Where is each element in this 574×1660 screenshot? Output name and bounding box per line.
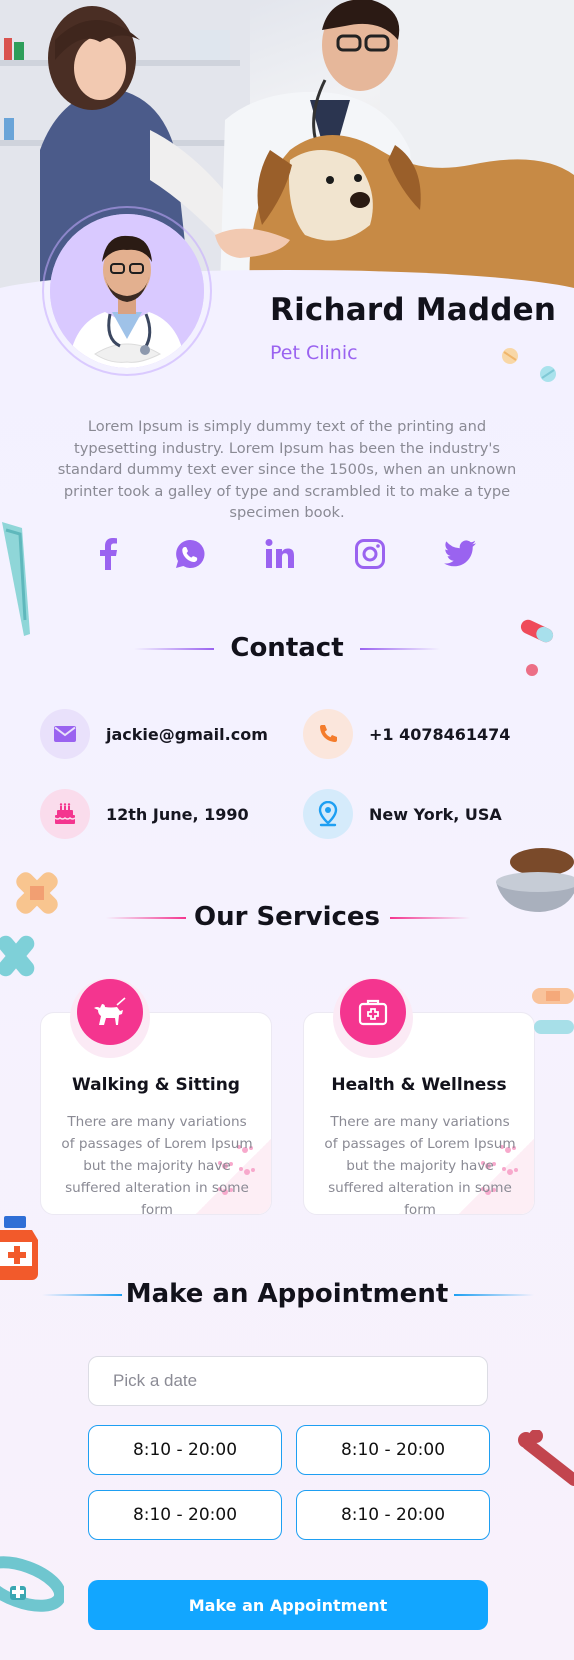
facebook-icon[interactable] <box>88 534 128 574</box>
medical-kit-icon <box>340 979 406 1045</box>
mail-icon <box>40 709 90 759</box>
profile-name: Richard Madden <box>270 292 557 328</box>
thermometer-decoration-icon <box>2 522 30 636</box>
bandage-cross-decoration-icon <box>16 872 58 914</box>
contact-phone[interactable]: +1 4078461474 <box>303 708 510 760</box>
time-slot[interactable]: 8:10 - 20:00 <box>88 1490 282 1540</box>
contact-location[interactable]: New York, USA <box>303 788 502 840</box>
linkedin-icon[interactable] <box>260 534 300 574</box>
make-appointment-button[interactable]: Make an Appointment <box>88 1580 488 1630</box>
phone-icon <box>303 709 353 759</box>
profile-role: Pet Clinic <box>270 342 358 364</box>
service-description: There are many variations of passages of… <box>61 1114 253 1215</box>
avatar <box>50 214 204 368</box>
twitter-icon[interactable] <box>440 534 480 574</box>
contact-line-right <box>360 648 440 650</box>
contact-location-text: New York, USA <box>369 804 502 824</box>
bandage-blue-decoration-icon <box>0 935 35 977</box>
date-picker-input[interactable] <box>88 1356 488 1406</box>
capsules-decoration-icon <box>520 619 554 676</box>
services-line-right <box>390 917 470 919</box>
service-card-health[interactable]: Health & Wellness There are many variati… <box>303 1012 535 1215</box>
contact-email[interactable]: jackie@gmail.com <box>40 708 268 760</box>
service-description: There are many variations of passages of… <box>324 1114 516 1215</box>
contact-email-text: jackie@gmail.com <box>106 724 268 744</box>
medicine-bottle-decoration-icon <box>0 1216 38 1280</box>
service-title: Walking & Sitting <box>72 1075 240 1095</box>
time-slot[interactable]: 8:10 - 20:00 <box>88 1425 282 1475</box>
location-pin-icon <box>303 789 353 839</box>
band-aids-decoration-icon <box>532 988 574 1034</box>
contact-title: Contact <box>230 633 344 663</box>
pet-food-bowl-decoration-icon <box>496 848 574 912</box>
pills-decoration-icon <box>502 348 556 382</box>
contact-phone-text: +1 4078461474 <box>369 724 511 744</box>
time-slot[interactable]: 8:10 - 20:00 <box>296 1490 490 1540</box>
contact-birthday-text: 12th June, 1990 <box>106 804 249 824</box>
doctor-portrait <box>50 214 204 368</box>
social-links <box>0 534 574 574</box>
whatsapp-icon[interactable] <box>170 534 210 574</box>
time-slot[interactable]: 8:10 - 20:00 <box>296 1425 490 1475</box>
service-card-walking[interactable]: Walking & Sitting There are many variati… <box>40 1012 272 1215</box>
appointment-line-right <box>454 1294 534 1296</box>
services-title: Our Services <box>193 902 381 932</box>
bone-toy-decoration-icon <box>518 1430 574 1486</box>
profile-bio: Lorem Ipsum is simply dummy text of the … <box>57 418 517 521</box>
instagram-icon[interactable] <box>350 534 390 574</box>
pet-collar-decoration-icon <box>0 1556 64 1612</box>
contact-birthday: 12th June, 1990 <box>40 788 249 840</box>
service-title: Health & Wellness <box>331 1075 507 1095</box>
dog-walking-icon <box>77 979 143 1045</box>
cake-icon <box>40 789 90 839</box>
